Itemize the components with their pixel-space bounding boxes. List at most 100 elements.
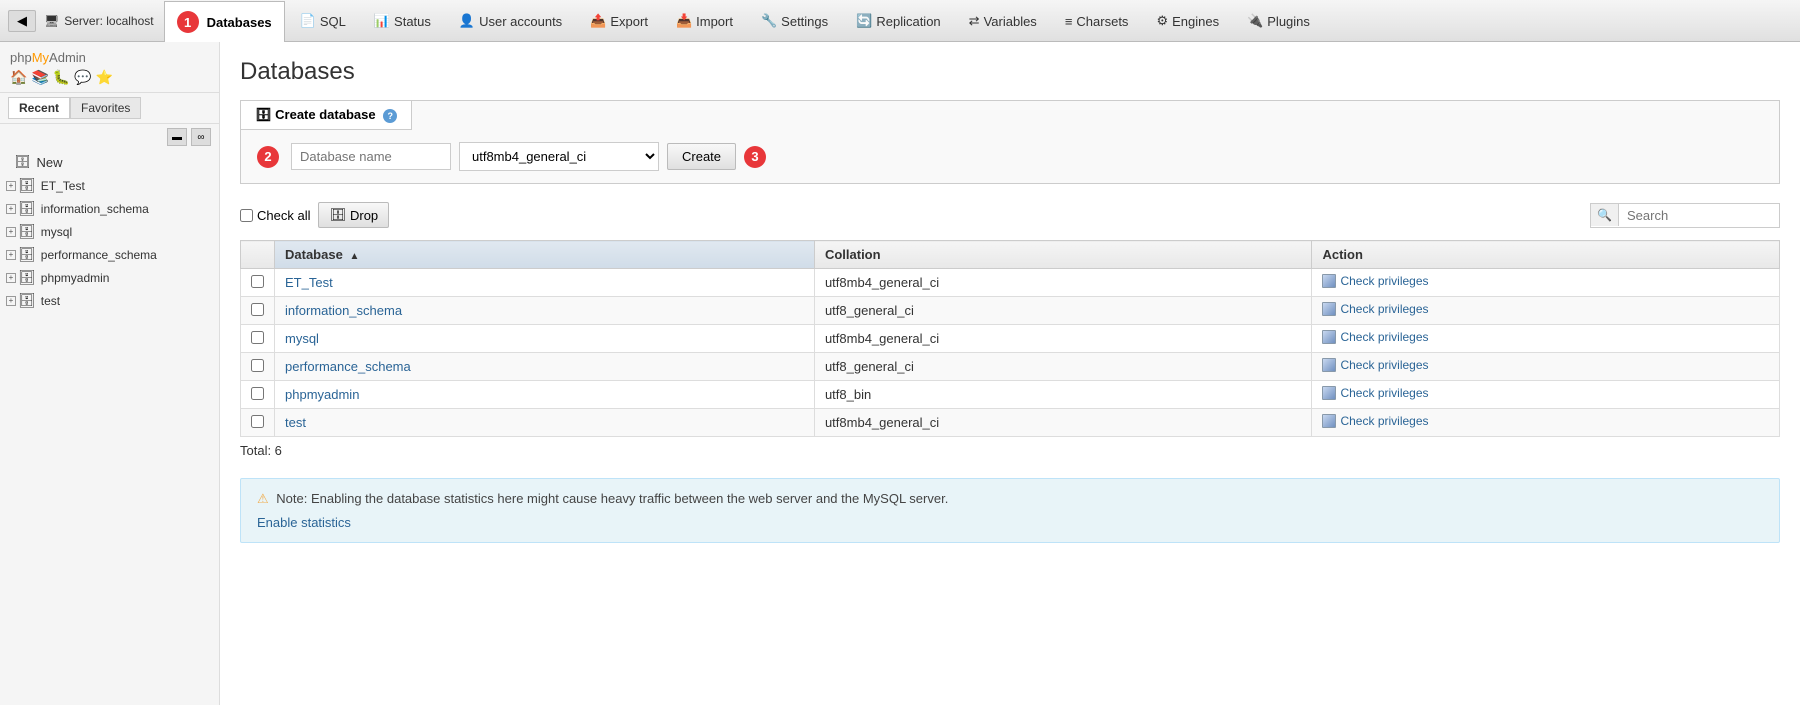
sidebar-tab-favorites[interactable]: Favorites [70,97,141,119]
db-name-phpmyadmin: phpmyadmin [41,271,110,285]
sidebar: phpMyAdmin 🏠 📚 🐛 💬 ⭐ Recent Favorites ▬ … [0,42,220,705]
tab-user-accounts-label: User accounts [479,14,562,29]
tab-settings[interactable]: 🔧 Settings [748,0,841,41]
search-icon-btn[interactable]: 🔍 [1591,204,1619,226]
tab-sql-label: SQL [320,14,346,29]
step-1-badge: 1 [177,11,199,33]
row-checkbox-4[interactable] [251,387,264,400]
tab-plugins[interactable]: 🔌 Plugins [1234,0,1323,41]
expand-mysql[interactable]: + [6,227,16,237]
db-link-ET_Test[interactable]: ET_Test [285,275,333,290]
sidebar-controls: ▬ ∞ [0,124,219,150]
tab-charsets[interactable]: ≡ Charsets [1052,0,1142,41]
server-icon: 🖥 [44,14,59,28]
tab-import[interactable]: 📥 Import [663,0,746,41]
total-label: Total: 6 [240,443,282,458]
logo-bug-icon[interactable]: 🐛 [53,69,70,86]
back-button[interactable]: ◀ [8,10,36,32]
check-all-label[interactable]: Check all [240,208,310,223]
replication-icon: 🔄 [856,13,872,29]
tab-replication-label: Replication [876,14,940,29]
create-db-icon: 🗄 [255,107,272,122]
tab-status-label: Status [394,14,431,29]
sidebar-item-et-test[interactable]: + 🗄 ET_Test [0,174,219,197]
help-icon[interactable]: ? [383,109,397,123]
check-privileges-btn-ET_Test[interactable]: Check privileges [1322,274,1428,288]
db-link-information_schema[interactable]: information_schema [285,303,402,318]
logo-forum-icon[interactable]: 💬 [74,69,91,86]
col-collation[interactable]: Collation [814,241,1312,269]
sidebar-item-information-schema[interactable]: + 🗄 information_schema [0,197,219,220]
tab-status[interactable]: 📊 Status [361,0,444,41]
collation-mysql: utf8mb4_general_ci [814,325,1312,353]
check-privileges-btn-mysql[interactable]: Check privileges [1322,330,1428,344]
plugins-icon: 🔌 [1247,13,1263,29]
priv-icon-mysql [1322,330,1336,344]
create-db-tab[interactable]: 🗄 Create database ? [241,101,412,130]
drop-icon: 🗄 [329,207,346,223]
expand-performance-schema[interactable]: + [6,250,16,260]
db-link-mysql[interactable]: mysql [285,331,319,346]
logo-home-icon[interactable]: 🏠 [10,69,27,86]
new-label: New [37,155,63,170]
db-name-mysql: mysql [41,225,72,239]
expand-test[interactable]: + [6,296,16,306]
search-input[interactable] [1619,204,1779,227]
sidebar-new-item[interactable]: 🗄 New [0,150,219,174]
tab-user-accounts[interactable]: 👤 User accounts [446,0,575,41]
sidebar-tab-recent[interactable]: Recent [8,97,70,119]
expand-phpmyadmin[interactable]: + [6,273,16,283]
sidebar-item-performance-schema[interactable]: + 🗄 performance_schema [0,243,219,266]
enable-statistics-link[interactable]: Enable statistics [257,515,351,530]
logo-my: My [32,50,49,65]
collation-select[interactable]: utf8mb4_general_ci utf8_general_ci utf8_… [459,142,659,171]
row-checkbox-2[interactable] [251,331,264,344]
db-link-phpmyadmin[interactable]: phpmyadmin [285,387,359,402]
check-privileges-btn-performance_schema[interactable]: Check privileges [1322,358,1428,372]
logo-star-icon[interactable]: ⭐ [96,69,113,86]
tab-export[interactable]: 📤 Export [577,0,661,41]
sidebar-item-test[interactable]: + 🗄 test [0,289,219,312]
tab-export-label: Export [610,14,648,29]
collation-performance_schema: utf8_general_ci [814,353,1312,381]
expand-information-schema[interactable]: + [6,204,16,214]
tab-replication[interactable]: 🔄 Replication [843,0,954,41]
db-name-et-test: ET_Test [41,179,85,193]
tab-engines[interactable]: ⚙ Engines [1143,0,1232,41]
check-privileges-btn-information_schema[interactable]: Check privileges [1322,302,1428,316]
tab-settings-label: Settings [781,14,828,29]
db-name-input[interactable] [291,143,451,170]
create-button[interactable]: Create [667,143,736,170]
tab-variables[interactable]: ⇄ Variables [956,0,1050,41]
col-action[interactable]: Action [1312,241,1780,269]
table-row: ET_Testutf8mb4_general_ciCheck privilege… [241,269,1780,297]
variables-icon: ⇄ [969,13,980,29]
row-checkbox-3[interactable] [251,359,264,372]
check-privileges-btn-phpmyadmin[interactable]: Check privileges [1322,386,1428,400]
drop-button[interactable]: 🗄 Drop [318,202,389,228]
row-checkbox-1[interactable] [251,303,264,316]
sidebar-expand-btn[interactable]: ∞ [191,128,211,146]
sidebar-collapse-btn[interactable]: ▬ [167,128,187,146]
expand-et-test[interactable]: + [6,181,16,191]
sidebar-item-phpmyadmin[interactable]: + 🗄 phpmyadmin [0,266,219,289]
db-icon-et-test: + 🗄 [6,177,36,194]
db-link-test[interactable]: test [285,415,306,430]
sidebar-item-mysql[interactable]: + 🗄 mysql [0,220,219,243]
tab-sql[interactable]: 📄 SQL [287,0,359,41]
col-database[interactable]: Database ▲ [275,241,815,269]
row-checkbox-5[interactable] [251,415,264,428]
step-3-badge: 3 [744,146,766,168]
db-link-performance_schema[interactable]: performance_schema [285,359,411,374]
server-label: 🖥 Server: localhost [44,14,154,28]
create-form: 2 utf8mb4_general_ci utf8_general_ci utf… [241,130,1779,183]
charsets-icon: ≡ [1065,14,1073,29]
db-name-test: test [41,294,60,308]
row-checkbox-0[interactable] [251,275,264,288]
sidebar-tabs: Recent Favorites [0,93,219,124]
check-all-checkbox[interactable] [240,209,253,222]
logo-docs-icon[interactable]: 📚 [31,69,48,86]
user-accounts-icon: 👤 [459,13,475,29]
tab-databases[interactable]: 1 Databases [164,1,285,42]
check-privileges-btn-test[interactable]: Check privileges [1322,414,1428,428]
